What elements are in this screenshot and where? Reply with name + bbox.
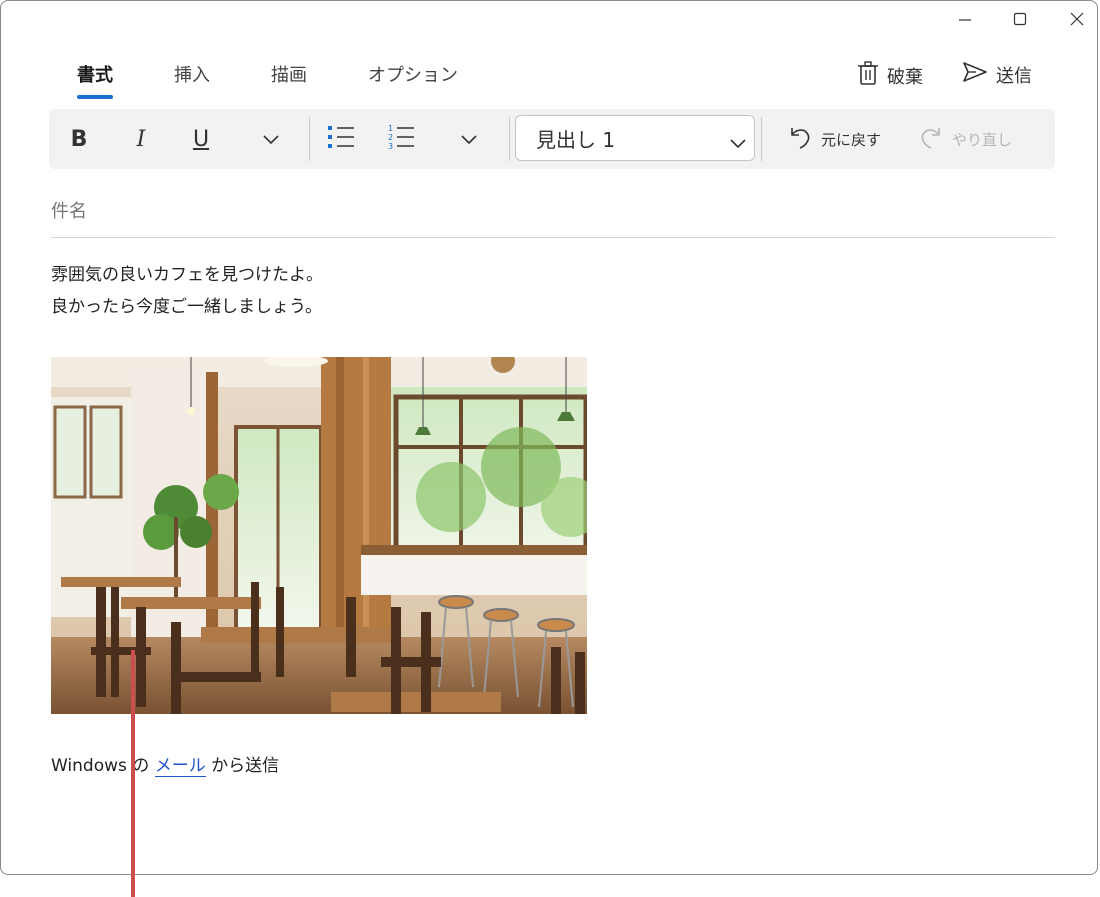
- message-body[interactable]: 雰囲気の良いカフェを見つけたよ。 良かったら今度ご一緒しましょう。: [51, 259, 323, 323]
- subject-field[interactable]: 件名: [51, 197, 1055, 238]
- numbered-list-icon: 1 2 3: [387, 123, 415, 155]
- signature-line: Windows の メール から送信: [51, 751, 280, 777]
- undo-label: 元に戻す: [820, 130, 881, 149]
- bullet-list-icon: [327, 124, 355, 154]
- toolbar-divider: [761, 117, 762, 161]
- chevron-down-icon: [730, 130, 746, 154]
- send-icon: [962, 61, 988, 88]
- undo-button[interactable]: 元に戻す: [779, 119, 889, 159]
- tab-insert-label: 挿入: [174, 65, 210, 86]
- tab-draw-label: 描画: [271, 65, 307, 86]
- bold-label: B: [70, 126, 88, 152]
- trash-icon: [857, 61, 879, 90]
- italic-label: I: [136, 126, 146, 152]
- more-text-format-button[interactable]: [251, 119, 291, 159]
- chevron-down-icon: [461, 130, 477, 149]
- svg-text:2: 2: [388, 133, 393, 142]
- underline-label: U: [192, 126, 210, 152]
- tab-format-label: 書式: [77, 65, 113, 86]
- bold-button[interactable]: B: [59, 119, 99, 159]
- chevron-down-icon: [263, 130, 279, 149]
- redo-button[interactable]: やり直し: [915, 119, 1015, 159]
- italic-button[interactable]: I: [121, 119, 161, 159]
- undo-icon: [787, 124, 813, 154]
- heading-style-value: 見出し 1: [536, 127, 616, 152]
- tab-options-label: オプション: [368, 65, 458, 86]
- discard-label: 破棄: [887, 66, 923, 88]
- maximize-icon[interactable]: [1000, 7, 1040, 31]
- annotation-marker-line: [131, 650, 135, 897]
- format-toolbar: B I U 1 2 3 見出し 1 元に戻す やり直し: [49, 109, 1055, 169]
- svg-text:1: 1: [388, 124, 393, 133]
- close-icon[interactable]: [1057, 7, 1097, 31]
- toolbar-divider: [509, 117, 510, 161]
- bullet-list-button[interactable]: [321, 119, 361, 159]
- numbered-list-button[interactable]: 1 2 3: [381, 119, 421, 159]
- body-line: 良かったら今度ご一緒しましょう。: [51, 297, 322, 317]
- tab-format[interactable]: 書式: [77, 61, 113, 99]
- send-button[interactable]: 送信: [962, 61, 1032, 88]
- signature-prefix: Windows の: [51, 756, 155, 776]
- signature-suffix: から送信: [205, 756, 280, 776]
- toolbar-divider: [309, 117, 310, 161]
- tab-options[interactable]: オプション: [368, 61, 458, 87]
- more-list-format-button[interactable]: [449, 119, 489, 159]
- tab-insert[interactable]: 挿入: [174, 61, 210, 87]
- redo-icon: [918, 124, 944, 154]
- send-label: 送信: [996, 65, 1032, 87]
- discard-button[interactable]: 破棄: [857, 61, 923, 90]
- heading-style-select[interactable]: 見出し 1: [515, 115, 755, 161]
- redo-label: やり直し: [951, 130, 1012, 149]
- svg-text:3: 3: [388, 142, 393, 151]
- tab-draw[interactable]: 描画: [271, 61, 307, 87]
- mail-compose-window: 書式 挿入 描画 オプション 破棄 送信 B I U 1 2 3 見出し 1 元…: [0, 0, 1098, 875]
- subject-placeholder: 件名: [51, 201, 87, 222]
- mail-app-link[interactable]: メール: [154, 756, 206, 777]
- minimize-icon[interactable]: [945, 7, 985, 31]
- body-line: 雰囲気の良いカフェを見つけたよ。: [51, 265, 323, 285]
- active-tab-indicator: [77, 95, 113, 99]
- underline-button[interactable]: U: [181, 119, 221, 159]
